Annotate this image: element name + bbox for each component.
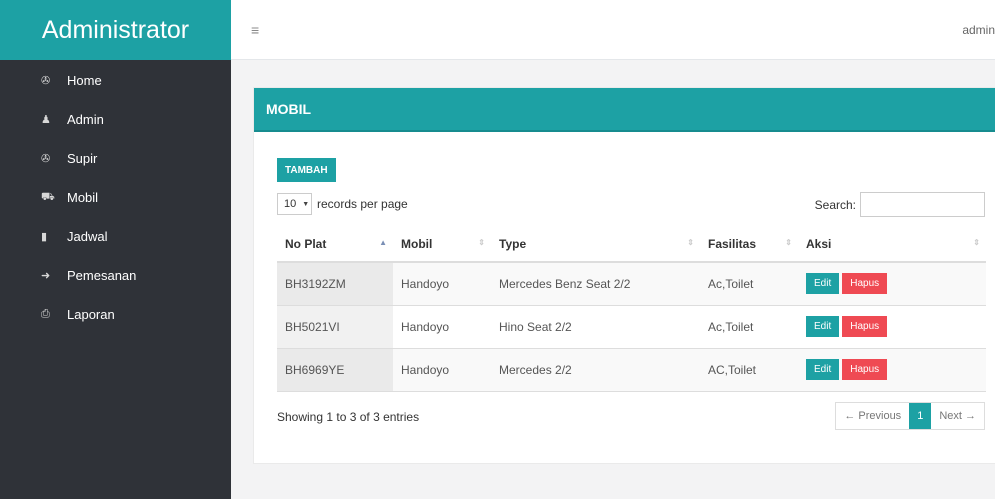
add-button[interactable]: TAMBAH	[277, 158, 336, 182]
cell-mobil: Handoyo	[393, 347, 491, 392]
records-per-page: 10 ▼ records per page	[277, 193, 408, 215]
cell-aksi: Edit Hapus	[798, 304, 986, 348]
sidebar-item-mobil[interactable]: ⛟ Mobil	[0, 178, 231, 217]
sort-icon: ⇕	[973, 238, 980, 247]
edit-button[interactable]: Edit	[806, 359, 840, 380]
page-length-value: 10	[284, 198, 297, 210]
book-icon: ▮	[41, 231, 48, 243]
search-label: Search:	[814, 197, 856, 212]
sidebar-item-label: Home	[67, 72, 102, 88]
column-header-type[interactable]: Type ⇕	[491, 226, 700, 263]
previous-page-button[interactable]: ← Previous	[836, 403, 909, 429]
table-info: Showing 1 to 3 of 3 entries	[277, 410, 420, 424]
page-length-select[interactable]: 10 ▼	[277, 193, 312, 215]
table-row: BH3192ZM Handoyo Mercedes Benz Seat 2/2 …	[277, 261, 986, 305]
edit-button[interactable]: Edit	[806, 273, 840, 295]
delete-button[interactable]: Hapus	[842, 316, 888, 337]
cell-fasilitas: AC,Toilet	[700, 347, 798, 392]
sidebar-item-label: Pemesanan	[67, 268, 137, 283]
user-menu[interactable]: admin	[962, 23, 995, 37]
column-header-no-plat[interactable]: No Plat ▲	[277, 226, 393, 263]
delete-button[interactable]: Hapus	[842, 359, 888, 380]
sidebar-item-label: Jadwal	[67, 229, 108, 244]
cell-aksi: Edit Hapus	[798, 347, 986, 392]
sort-icon: ⇕	[687, 238, 694, 247]
cell-fasilitas: Ac,Toilet	[700, 261, 798, 305]
car-icon: ⛟	[41, 190, 55, 203]
cell-type: Mercedes Benz Seat 2/2	[491, 261, 700, 305]
topbar: ≡ admin	[231, 0, 995, 60]
cell-type: Mercedes 2/2	[491, 347, 700, 392]
sidebar-item-admin[interactable]: ♟ Admin	[0, 100, 231, 139]
table-row: BH5021VI Handoyo Hino Seat 2/2 Ac,Toilet…	[277, 304, 986, 348]
search-input[interactable]	[860, 192, 985, 217]
mobil-table: No Plat ▲ Mobil ⇕ Type ⇕ Fasilitas ⇕ Aksi ⇕ B…	[277, 226, 986, 392]
sidebar-nav: ✇ Home ♟ Admin ✇ Supir ⛟ Mobil ▮ Jadwal …	[0, 60, 231, 334]
cell-no-plat: BH5021VI	[277, 304, 393, 348]
user-icon: ♟	[41, 114, 51, 126]
cell-type: Hino Seat 2/2	[491, 304, 700, 348]
print-icon: ⎙	[41, 308, 50, 320]
delete-button[interactable]: Hapus	[842, 273, 888, 295]
sort-icon: ⇕	[478, 238, 485, 247]
sidebar-item-jadwal[interactable]: ▮ Jadwal	[0, 217, 231, 256]
next-page-button[interactable]: Next →	[931, 403, 984, 429]
pagination: ← Previous 1 Next →	[835, 402, 985, 430]
sidebar-item-label: Admin	[67, 112, 104, 127]
cell-mobil: Handoyo	[393, 304, 491, 348]
sort-icon: ⇕	[785, 238, 792, 247]
sidebar-item-label: Supir	[67, 151, 98, 166]
brand-title[interactable]: Administrator	[0, 0, 231, 60]
edit-button[interactable]: Edit	[806, 316, 840, 337]
sidebar: Administrator ✇ Home ♟ Admin ✇ Supir ⛟ M…	[0, 0, 231, 499]
sidebar-item-label: Laporan	[67, 307, 115, 322]
chevron-down-icon: ▼	[302, 200, 310, 208]
sidebar-item-home[interactable]: ✇ Home	[0, 60, 231, 100]
cell-mobil: Handoyo	[393, 261, 491, 305]
sign-in-icon: ➜	[41, 270, 51, 282]
table-row: BH6969YE Handoyo Mercedes 2/2 AC,Toilet …	[277, 347, 986, 392]
page-button-current[interactable]: 1	[909, 403, 932, 429]
sidebar-item-supir[interactable]: ✇ Supir	[0, 139, 231, 178]
sidebar-item-label: Mobil	[67, 190, 99, 205]
cell-no-plat: BH6969YE	[277, 347, 393, 392]
panel-title: MOBIL	[254, 88, 995, 132]
column-header-mobil[interactable]: Mobil ⇕	[393, 226, 491, 263]
dashboard-icon: ✇	[41, 74, 51, 87]
menu-toggle-icon[interactable]: ≡	[251, 22, 259, 38]
sidebar-item-laporan[interactable]: ⎙ Laporan	[0, 295, 231, 334]
column-header-aksi[interactable]: Aksi ⇕	[798, 226, 986, 263]
dashboard-icon: ✇	[41, 153, 51, 165]
sidebar-item-pemesanan[interactable]: ➜ Pemesanan	[0, 256, 231, 295]
mobil-panel: MOBIL TAMBAH 10 ▼ records per page Searc…	[253, 87, 995, 464]
cell-aksi: Edit Hapus	[798, 261, 986, 305]
column-header-fasilitas[interactable]: Fasilitas ⇕	[700, 226, 798, 263]
page-length-label: records per page	[317, 197, 408, 211]
cell-no-plat: BH3192ZM	[277, 261, 393, 305]
search-box: Search:	[815, 192, 985, 217]
cell-fasilitas: Ac,Toilet	[700, 304, 798, 348]
sort-asc-icon: ▲	[379, 238, 387, 247]
